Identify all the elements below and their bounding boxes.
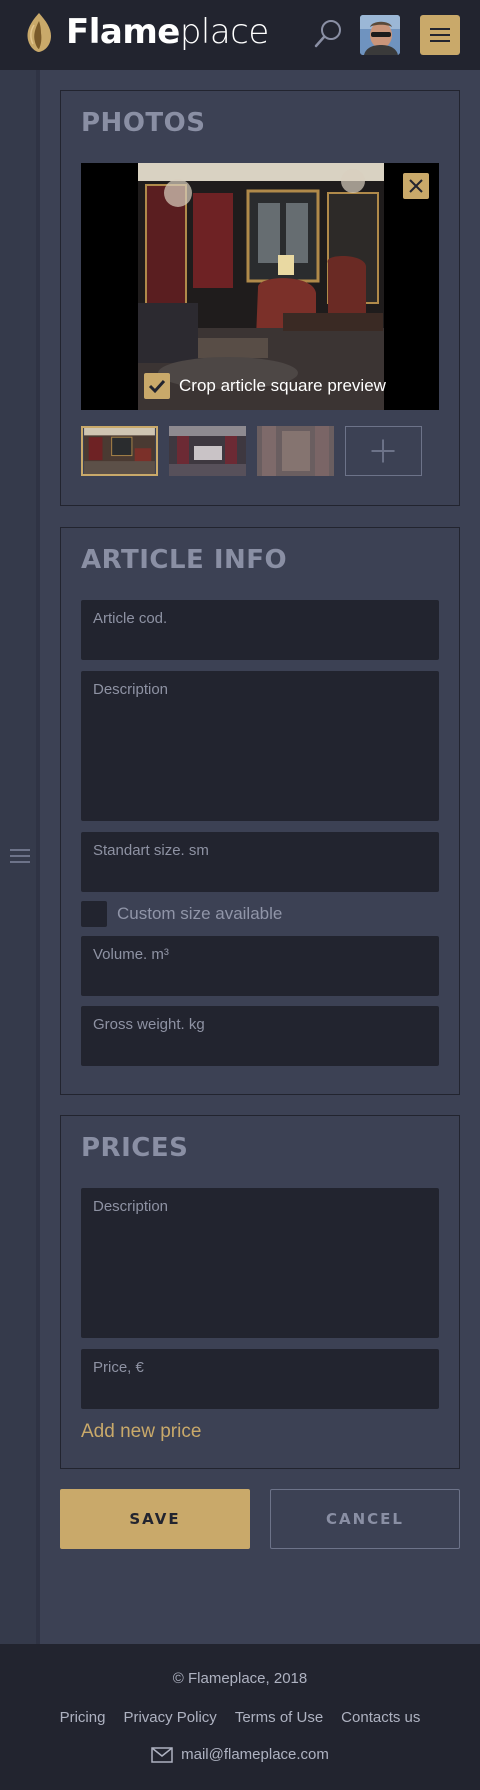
photo-thumbnails [81, 426, 422, 476]
description-field[interactable]: Description [81, 671, 439, 821]
save-button[interactable]: SAVE [60, 1489, 250, 1549]
price-description-field[interactable]: Description [81, 1188, 439, 1338]
gross-weight-field[interactable]: Gross weight. kg [81, 1006, 439, 1066]
footer-links: Pricing Privacy Policy Terms of Use Cont… [0, 1709, 480, 1726]
footer-link-terms-of-use[interactable]: Terms of Use [235, 1709, 323, 1726]
photo-thumbnail[interactable] [257, 426, 334, 476]
thumbnail-image [84, 428, 155, 474]
article-info-title: ARTICLE INFO [81, 545, 288, 575]
checkmark-icon [148, 379, 166, 394]
price-placeholder: Price, € [93, 1359, 144, 1376]
gross-weight-placeholder: Gross weight. kg [93, 1016, 205, 1033]
plus-icon [371, 439, 395, 463]
remove-photo-button[interactable] [403, 173, 429, 199]
photo-thumbnail[interactable] [169, 426, 246, 476]
cancel-button[interactable]: CANCEL [270, 1489, 460, 1549]
price-field[interactable]: Price, € [81, 1349, 439, 1409]
close-icon [409, 179, 423, 193]
article-info-panel: ARTICLE INFO Article cod. Description St… [60, 527, 460, 1095]
copyright-text: © Flameplace, 2018 [172, 1670, 308, 1687]
main-photo[interactable]: Crop article square preview [81, 163, 439, 410]
side-rail [0, 70, 40, 1644]
price-description-placeholder: Description [93, 1198, 169, 1215]
thumbnail-image [257, 426, 334, 476]
prices-panel: PRICES Description Price, € Add new pric… [60, 1115, 460, 1469]
photo-thumbnail[interactable] [81, 426, 158, 476]
flame-icon [27, 13, 51, 52]
volume-field[interactable]: Volume. m³ [81, 936, 439, 996]
footer-email-text: mail@flameplace.com [181, 1746, 329, 1763]
crop-checkbox[interactable] [144, 373, 170, 399]
add-new-price-link[interactable]: Add new price [81, 1421, 201, 1443]
crop-preview-toggle[interactable]: Crop article square preview [144, 373, 386, 399]
rail-menu-icon[interactable] [10, 849, 30, 865]
top-header: Flameplace [0, 0, 480, 70]
logo-text: Flameplace [66, 12, 269, 52]
custom-size-label: Custom size available [117, 904, 283, 923]
footer: © Flameplace, 2018 Pricing Privacy Polic… [0, 1644, 480, 1790]
photos-title: PHOTOS [81, 108, 206, 138]
add-photo-button[interactable] [345, 426, 422, 476]
crop-label: Crop article square preview [179, 376, 386, 395]
volume-placeholder: Volume. m³ [93, 946, 169, 963]
menu-button[interactable] [420, 15, 460, 55]
mail-icon [151, 1746, 173, 1763]
footer-link-privacy-policy[interactable]: Privacy Policy [123, 1709, 216, 1726]
search-icon [314, 20, 341, 48]
article-code-field[interactable]: Article cod. [81, 600, 439, 660]
thumbnail-image [169, 426, 246, 476]
footer-link-pricing[interactable]: Pricing [60, 1709, 106, 1726]
footer-link-contacts[interactable]: Contacts us [341, 1709, 420, 1726]
standard-size-placeholder: Standart size. sm [93, 842, 209, 859]
article-code-placeholder: Article cod. [93, 610, 168, 627]
user-avatar[interactable] [360, 15, 400, 55]
avatar-image [360, 15, 400, 55]
standard-size-field[interactable]: Standart size. sm [81, 832, 439, 892]
photos-panel: PHOTOS Crop article square preview [60, 90, 460, 506]
custom-size-toggle[interactable]: Custom size available [81, 901, 282, 927]
footer-email-link[interactable]: mail@flameplace.com [0, 1746, 480, 1763]
description-placeholder: Description [93, 681, 169, 698]
search-button[interactable] [313, 18, 343, 50]
prices-title: PRICES [81, 1133, 189, 1163]
custom-size-checkbox[interactable] [81, 901, 107, 927]
logo[interactable]: Flameplace [22, 10, 269, 54]
